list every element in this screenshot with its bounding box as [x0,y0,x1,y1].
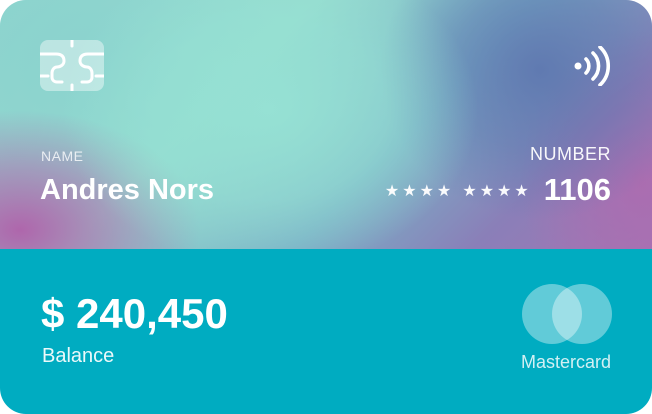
card-number-last4: 1106 [543,172,611,207]
cardholder-name-label: NAME [41,148,84,164]
card-number-label: NUMBER [529,144,611,164]
credit-card[interactable]: NAME Andres Nors NUMBER ★★★★ ★★★★ 1106 $… [0,0,652,414]
mastercard-logo-icon [521,283,613,345]
balance-label: Balance [42,345,115,367]
contactless-icon [572,45,612,87]
card-top-panel [0,0,652,249]
card-brand-label: Mastercard [520,352,611,372]
chip-icon [40,40,104,91]
card-number: ★★★★ ★★★★ 1106 [385,172,611,208]
cardholder-name: Andres Nors [40,174,215,206]
card-number-mask: ★★★★ ★★★★ [384,180,532,200]
balance-amount: $ 240,450 [41,290,228,337]
